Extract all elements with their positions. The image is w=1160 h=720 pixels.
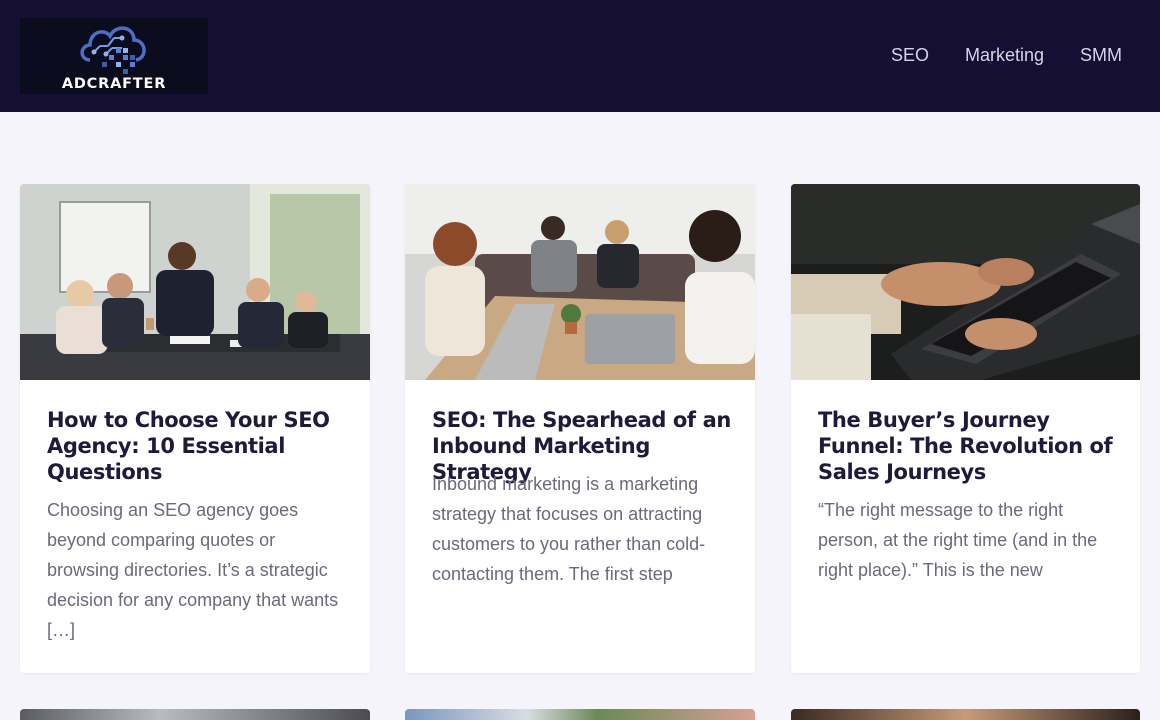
post-title[interactable]: How to Choose Your SEO Agency: 10 Essent… [47,407,347,485]
nav-seo[interactable]: SEO [891,44,929,66]
team-meeting-photo[interactable] [20,184,370,380]
post-card-peek[interactable] [405,709,755,720]
post-card-peek[interactable] [20,709,370,720]
post-card-peek[interactable] [791,709,1140,720]
main-nav: SEO Marketing SMM [891,44,1122,66]
office-discussion-photo[interactable] [405,184,755,380]
post-card[interactable]: The Buyer’s Journey Funnel: The Revoluti… [791,184,1140,673]
post-excerpt: Inbound marketing is a marketing strateg… [432,474,706,584]
nav-marketing[interactable]: Marketing [965,44,1044,66]
logo-text: ADCRAFTER [61,76,167,92]
site-header: ADCRAFTER SEO Marketing SMM [0,0,1160,112]
cloud-circuit-icon [80,26,146,74]
post-title[interactable]: The Buyer’s Journey Funnel: The Revoluti… [818,407,1118,485]
nav-smm[interactable]: SMM [1080,44,1122,66]
site-logo[interactable]: ADCRAFTER [20,18,208,94]
laptop-typing-photo[interactable] [791,184,1140,380]
post-card[interactable]: How to Choose Your SEO Agency: 10 Essent… [20,184,370,673]
post-excerpt: “The right message to the right person, … [818,500,1098,580]
post-excerpt: Choosing an SEO agency goes beyond compa… [47,500,339,640]
post-card[interactable]: SEO: The Spearhead of an Inbound Marketi… [405,184,755,673]
